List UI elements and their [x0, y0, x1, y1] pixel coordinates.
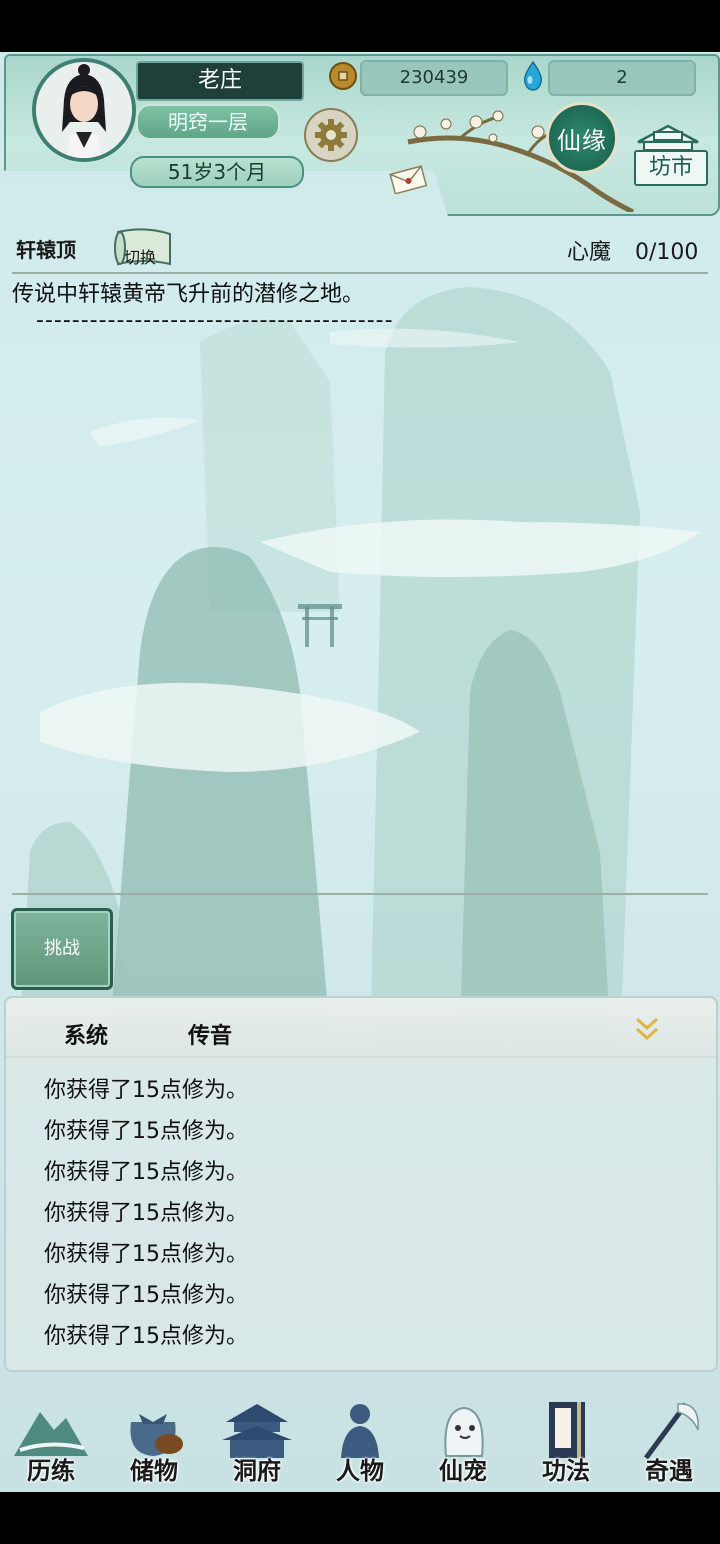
gear-icon: [315, 119, 347, 151]
log-line: 你获得了15点修为。: [44, 1078, 248, 1103]
spirit-gem-icon: [523, 60, 543, 91]
dashed-separator: ----------------------------------------: [36, 308, 394, 330]
settings-button[interactable]: [304, 108, 358, 162]
log-line: 你获得了15点修为。: [44, 1324, 248, 1349]
location-description: 传说中轩辕黄帝飞升前的潜修之地。: [12, 282, 365, 307]
switch-location-button[interactable]: 切换: [124, 244, 156, 268]
nav-label: 储物: [130, 1456, 178, 1485]
challenge-button[interactable]: 挑战: [11, 908, 113, 990]
nav-item-techniques[interactable]: 功法: [515, 1392, 617, 1492]
heart-demon-value: 0/100: [635, 240, 699, 265]
message-log-panel: 系统 传音 你获得了15点修为。 你获得了15点修为。 你获得了15点修为。 你…: [4, 996, 718, 1372]
nav-label: 功法: [542, 1456, 590, 1485]
copper-coin-icon: [329, 62, 357, 90]
nav-item-adventure[interactable]: 奇遇: [618, 1392, 720, 1492]
log-line: 你获得了15点修为。: [44, 1119, 248, 1144]
nav-label: 奇遇: [645, 1456, 693, 1485]
chevron-double-down-icon[interactable]: [632, 1014, 662, 1044]
gem-balance: 2: [548, 60, 696, 96]
player-avatar[interactable]: [32, 58, 136, 162]
log-line: 你获得了15点修为。: [44, 1160, 248, 1185]
cultivation-rank: 明窍一层: [136, 104, 280, 140]
top-divider: [12, 272, 708, 274]
nav-item-cave-mansion[interactable]: 洞府: [206, 1392, 308, 1492]
nav-label: 洞府: [233, 1456, 281, 1485]
nav-label: 历练: [27, 1456, 75, 1485]
market-button[interactable]: 坊市: [634, 150, 708, 186]
log-tabs-bar: 系统 传音: [6, 998, 716, 1058]
bottom-navigation: 历练 储物 洞府 人物 仙宠 功法 奇遇: [0, 1392, 720, 1492]
nav-label: 人物: [336, 1456, 384, 1485]
log-line: 你获得了15点修为。: [44, 1283, 248, 1308]
xianyuan-button[interactable]: 仙缘: [546, 102, 618, 174]
nav-item-spirit-pet[interactable]: 仙宠: [412, 1392, 514, 1492]
coin-balance: 230439: [360, 60, 508, 96]
nav-item-training[interactable]: 历练: [0, 1392, 102, 1492]
avatar-portrait-icon: [36, 62, 132, 158]
nav-label: 仙宠: [439, 1456, 487, 1485]
heart-demon-meter: 心魔 0/100: [567, 234, 698, 266]
log-list: 你获得了15点修为。 你获得了15点修为。 你获得了15点修为。 你获得了15点…: [44, 1070, 248, 1357]
log-line: 你获得了15点修为。: [44, 1201, 248, 1226]
mail-icon[interactable]: [388, 164, 428, 194]
top-status-header: 老庄 明窍一层 51岁3个月 230439 2 仙缘 坊市: [0, 52, 720, 217]
log-line: 你获得了15点修为。: [44, 1242, 248, 1267]
tab-voice-message[interactable]: 传音: [188, 1018, 232, 1050]
game-screen: 老庄 明窍一层 51岁3个月 230439 2 仙缘 坊市 轩辕顶 切换 心魔 …: [0, 52, 720, 1492]
location-name: 轩辕顶: [16, 238, 76, 262]
player-name: 老庄: [136, 61, 304, 101]
heart-demon-label: 心魔: [567, 240, 612, 265]
nav-item-character[interactable]: 人物: [309, 1392, 411, 1492]
nav-item-storage[interactable]: 储物: [103, 1392, 205, 1492]
player-age: 51岁3个月: [130, 156, 304, 188]
tab-system[interactable]: 系统: [64, 1018, 108, 1050]
bottom-divider: [12, 893, 708, 895]
